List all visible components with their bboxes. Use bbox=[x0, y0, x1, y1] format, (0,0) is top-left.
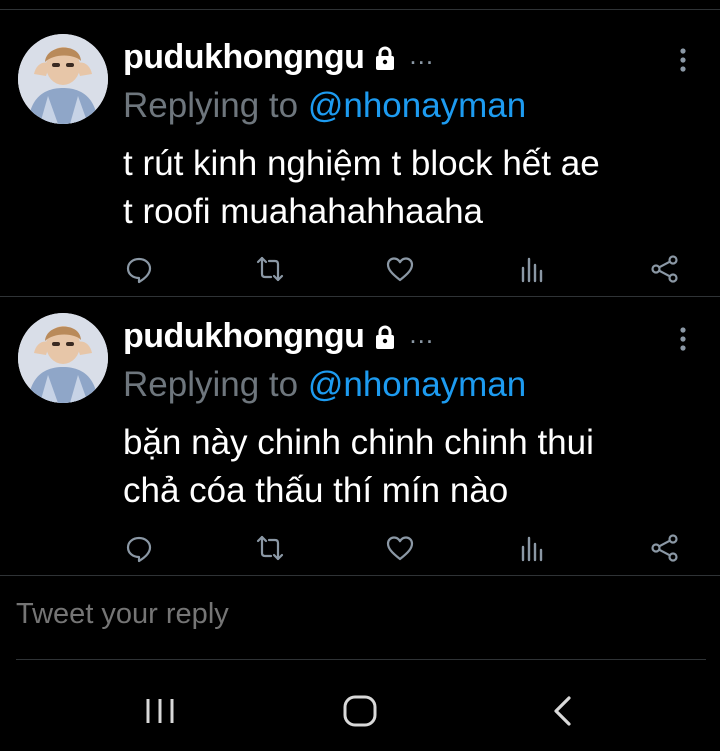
tweet-text-line: bặn này chinh chinh chinh thui bbox=[123, 423, 594, 462]
reply-icon[interactable] bbox=[124, 254, 154, 284]
recent-apps-icon[interactable] bbox=[140, 693, 180, 729]
avatar[interactable] bbox=[18, 313, 108, 403]
tweet-text: bặn này chinh chinh chinh thui chả cóa t… bbox=[123, 419, 594, 515]
lock-icon bbox=[376, 325, 395, 349]
tweet-actions bbox=[0, 254, 720, 284]
reply-icon[interactable] bbox=[124, 533, 154, 563]
home-icon[interactable] bbox=[340, 693, 380, 729]
replying-to-label: Replying to bbox=[123, 86, 308, 125]
truncation-ellipsis: ... bbox=[409, 319, 435, 349]
author-name[interactable]: pudukhongngu bbox=[123, 38, 365, 77]
mention-link[interactable]: @nhonayman bbox=[308, 365, 526, 404]
truncation-ellipsis: ... bbox=[409, 40, 435, 70]
reply-underline bbox=[16, 659, 706, 660]
analytics-icon[interactable] bbox=[518, 254, 548, 284]
top-divider bbox=[0, 9, 720, 10]
replying-to-label: Replying to bbox=[123, 365, 308, 404]
tweet-actions bbox=[0, 533, 720, 563]
back-icon[interactable] bbox=[543, 693, 583, 729]
replying-to: Replying to @nhonayman bbox=[123, 365, 526, 405]
mention-link[interactable]: @nhonayman bbox=[308, 86, 526, 125]
author-name[interactable]: pudukhongngu bbox=[123, 317, 365, 356]
replying-to: Replying to @nhonayman bbox=[123, 86, 526, 126]
tweet-text-line: t rút kinh nghiệm t block hết ae bbox=[123, 144, 600, 183]
tweet-card[interactable]: pudukhongngu ... Replying to @nhonayman … bbox=[0, 18, 720, 297]
more-vertical-icon[interactable] bbox=[674, 325, 692, 353]
tweet-text-line: t roofi muahahahhaaha bbox=[123, 192, 483, 231]
reply-composer bbox=[0, 576, 720, 660]
retweet-icon[interactable] bbox=[255, 533, 285, 563]
tweet-card[interactable]: pudukhongngu ... Replying to @nhonayman … bbox=[0, 297, 720, 576]
retweet-icon[interactable] bbox=[255, 254, 285, 284]
reply-input[interactable] bbox=[16, 598, 696, 631]
avatar[interactable] bbox=[18, 34, 108, 124]
like-icon[interactable] bbox=[385, 254, 415, 284]
tweet-text: t rút kinh nghiệm t block hết ae t roofi… bbox=[123, 140, 600, 236]
lock-icon bbox=[376, 46, 395, 70]
like-icon[interactable] bbox=[385, 533, 415, 563]
share-icon[interactable] bbox=[650, 533, 680, 563]
analytics-icon[interactable] bbox=[518, 533, 548, 563]
system-navigation-bar bbox=[0, 671, 720, 751]
tweet-text-line: chả cóa thấu thí mín nào bbox=[123, 471, 509, 510]
share-icon[interactable] bbox=[650, 254, 680, 284]
more-vertical-icon[interactable] bbox=[674, 46, 692, 74]
